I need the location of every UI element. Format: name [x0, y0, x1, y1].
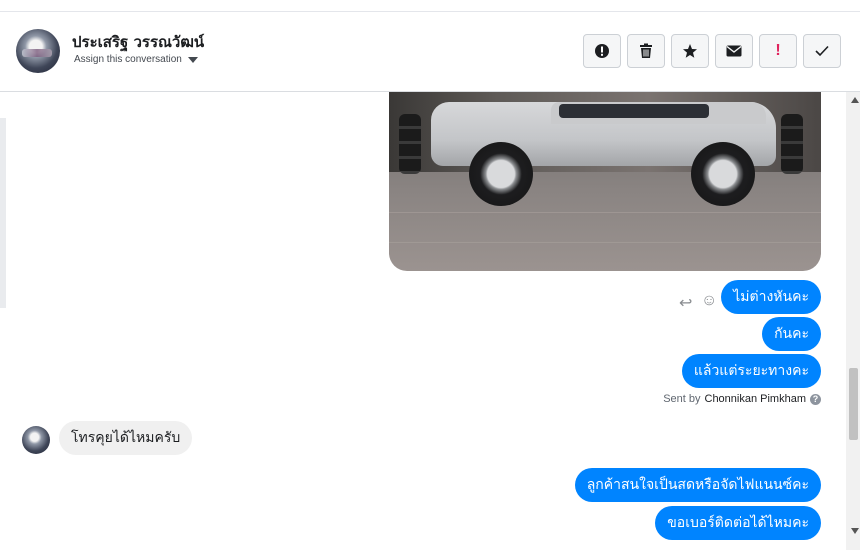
trash-icon — [640, 43, 652, 58]
shared-car-photo[interactable] — [389, 92, 821, 271]
photo-car-wheel — [691, 142, 755, 206]
photo-car-window — [559, 104, 709, 118]
outgoing-message[interactable]: แล้วแต่ระยะทางคะ — [681, 354, 821, 388]
mark-spam-button[interactable] — [583, 34, 621, 68]
sent-by-prefix: Sent by — [663, 393, 701, 405]
envelope-icon — [726, 45, 742, 57]
mark-done-button[interactable] — [803, 34, 841, 68]
left-panel-edge — [0, 118, 6, 308]
reply-icon[interactable]: ↩ — [679, 293, 692, 313]
outgoing-message[interactable]: กันคะ — [762, 317, 821, 351]
exclamation-icon: ! — [775, 42, 781, 59]
top-border — [0, 0, 860, 12]
messenger-inbox: ประเสริฐ วรรณวัฒน์ Assign this conversat… — [0, 0, 860, 550]
photo-floor-line — [389, 212, 821, 213]
contact-avatar-small[interactable] — [22, 426, 50, 454]
star-icon — [683, 44, 697, 58]
outgoing-message[interactable]: ลูกค้าสนใจเป็นสดหรือจัดไฟแนนซ์คะ — [574, 468, 821, 502]
contact-avatar[interactable] — [16, 29, 60, 73]
sent-by-note: Sent by Chonnikan Pimkham ? — [663, 393, 821, 405]
scrollbar-track[interactable] — [846, 92, 860, 550]
alert-circle-icon — [595, 44, 609, 58]
mark-important-button[interactable]: ! — [759, 34, 797, 68]
star-button[interactable] — [671, 34, 709, 68]
delete-button[interactable] — [627, 34, 665, 68]
contact-name[interactable]: ประเสริฐ วรรณวัฒน์ — [72, 30, 204, 54]
assign-conversation-dropdown[interactable]: Assign this conversation — [74, 54, 198, 65]
sent-by-name: Chonnikan Pimkham — [704, 393, 807, 405]
scroll-up-arrow-icon[interactable] — [851, 97, 859, 103]
photo-car-wheel — [469, 142, 533, 206]
help-icon[interactable]: ? — [810, 393, 821, 405]
assign-label: Assign this conversation — [74, 54, 182, 65]
photo-tire-stack — [781, 114, 803, 174]
outgoing-message[interactable]: ไม่ต่างหันคะ — [721, 280, 821, 314]
conversation-toolbar: ! — [583, 34, 841, 68]
photo-tire-stack — [399, 114, 421, 174]
caret-down-icon — [187, 56, 198, 63]
checkmark-icon — [815, 45, 829, 57]
outgoing-message[interactable]: ขอเบอร์ติดต่อได้ไหมคะ — [655, 506, 821, 540]
mark-unread-button[interactable] — [715, 34, 753, 68]
smiley-icon[interactable]: ☺ — [701, 292, 717, 310]
photo-floor-line — [389, 242, 821, 243]
conversation-header: ประเสริฐ วรรณวัฒน์ Assign this conversat… — [0, 12, 860, 92]
incoming-message[interactable]: โทรคุยได้ไหมครับ — [59, 421, 193, 455]
scroll-down-arrow-icon[interactable] — [851, 528, 859, 534]
scrollbar-thumb[interactable] — [849, 368, 858, 440]
